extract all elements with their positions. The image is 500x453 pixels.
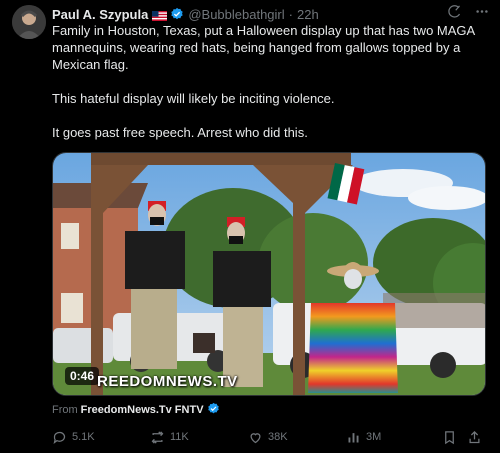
source-name[interactable]: FreedomNews.Tv FNTV (81, 404, 204, 416)
reply-button[interactable]: 5.1K (52, 430, 150, 445)
us-flag-icon (152, 9, 168, 21)
repost-icon (151, 430, 164, 444)
verified-badge-icon (207, 402, 220, 418)
tweet-paragraph: It goes past free speech. Arrest who did… (52, 125, 308, 140)
view-count: 3M (366, 431, 382, 443)
tweet-paragraph: Family in Houston, Texas, put a Hallowee… (52, 23, 475, 72)
video-watermark: REEDOMNEWS.TV (97, 373, 238, 390)
tweet-text: Family in Houston, Texas, put a Hallowee… (52, 22, 492, 158)
bookmark-icon (445, 430, 454, 444)
like-button[interactable]: 38K (248, 430, 346, 445)
video-player[interactable]: 0:46 REEDOMNEWS.TV (52, 152, 486, 396)
bookmark-button[interactable] (442, 430, 467, 445)
tweet-paragraph: This hateful display will likely be inci… (52, 91, 335, 106)
tweet-header: Paul A. Szypula @Bubblebathgirl · 22h (52, 5, 490, 23)
views-button[interactable]: 3M (346, 430, 442, 445)
views-icon (348, 432, 359, 442)
grok-icon[interactable] (447, 4, 462, 24)
tweet-actions: 5.1K 11K 38K 3M (52, 428, 488, 446)
share-icon (469, 430, 480, 443)
more-icon[interactable] (474, 4, 490, 24)
like-icon (250, 432, 261, 443)
video-frame (53, 153, 485, 395)
reply-count: 5.1K (72, 431, 95, 443)
tweet-time[interactable]: 22h (297, 7, 319, 22)
top-actions (447, 4, 490, 24)
verified-badge-icon (170, 7, 184, 21)
video-duration: 0:46 (65, 367, 100, 385)
repost-button[interactable]: 11K (150, 430, 248, 445)
repost-count: 11K (170, 431, 189, 443)
video-source: From FreedomNews.Tv FNTV (52, 402, 220, 418)
separator-dot: · (288, 6, 293, 22)
share-button[interactable] (467, 430, 487, 445)
author-handle[interactable]: @Bubblebathgirl (188, 7, 284, 22)
reply-icon (53, 431, 66, 444)
source-prefix: From (52, 404, 78, 416)
like-count: 38K (268, 431, 288, 443)
avatar[interactable] (12, 5, 46, 39)
author-name[interactable]: Paul A. Szypula (52, 7, 148, 22)
